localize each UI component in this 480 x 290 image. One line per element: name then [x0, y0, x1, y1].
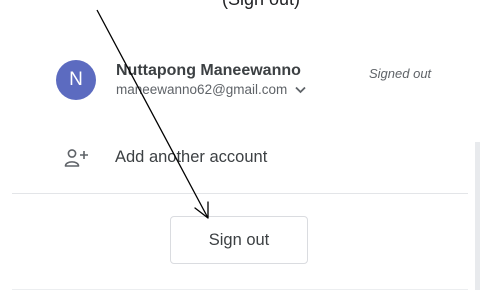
- person-add-icon: [64, 149, 88, 167]
- account-switcher-panel: (Sign out) N Nuttapong Maneewanno maneew…: [0, 0, 480, 290]
- account-name: Nuttapong Maneewanno: [116, 62, 301, 79]
- cropped-header-text: (Sign out): [222, 0, 300, 10]
- avatar: N: [56, 60, 96, 100]
- account-email-menu[interactable]: maneewanno62@gmail.com: [116, 82, 306, 97]
- account-row[interactable]: N Nuttapong Maneewanno maneewanno62@gmai…: [56, 60, 456, 106]
- sign-out-button[interactable]: Sign out: [170, 216, 308, 264]
- add-account-label: Add another account: [115, 148, 268, 166]
- status-badge: Signed out: [369, 66, 432, 81]
- add-account-button[interactable]: Add another account: [64, 146, 394, 172]
- chevron-down-icon[interactable]: [295, 86, 306, 94]
- account-email: maneewanno62@gmail.com: [116, 82, 288, 97]
- section-divider: [12, 193, 468, 194]
- scrollbar[interactable]: [475, 142, 480, 290]
